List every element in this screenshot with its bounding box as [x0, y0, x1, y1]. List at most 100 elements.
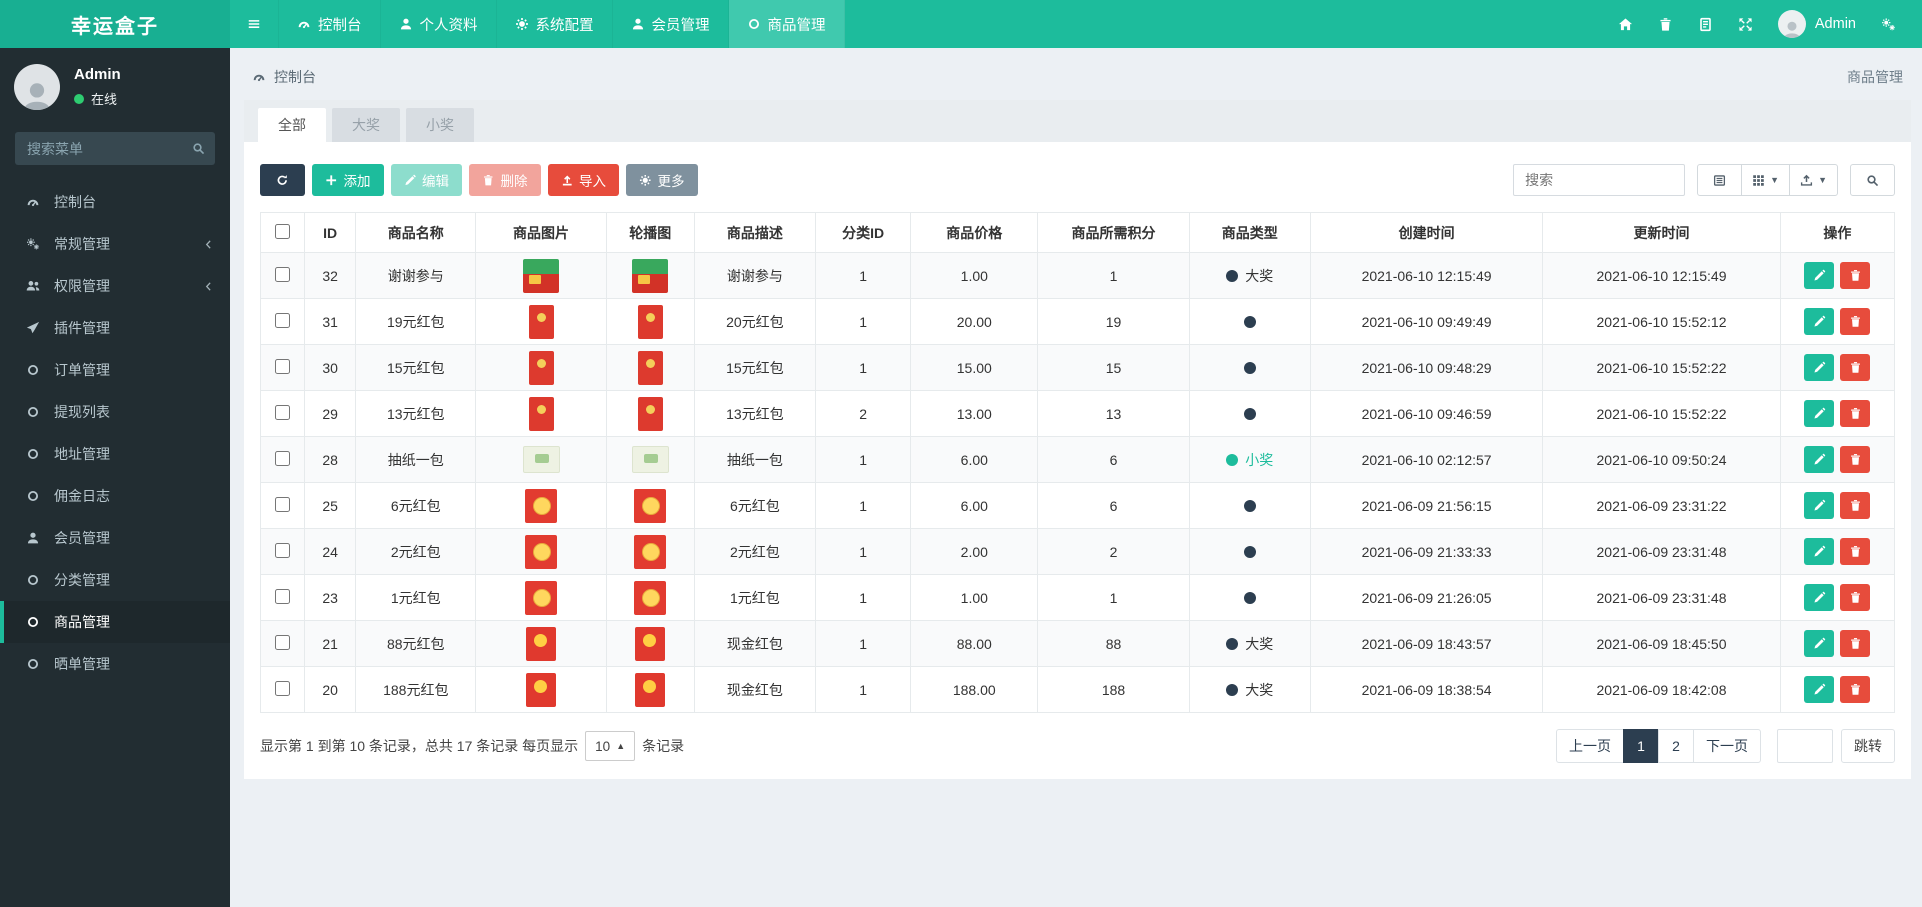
product-image[interactable] [526, 672, 556, 707]
import-button[interactable]: 导入 [547, 164, 619, 196]
page-button-1[interactable]: 1 [1623, 729, 1659, 763]
column-header[interactable]: 商品名称 [355, 212, 477, 253]
row-delete-button[interactable] [1840, 630, 1871, 657]
row-checkbox[interactable] [275, 634, 291, 650]
product-image[interactable] [523, 258, 559, 293]
sidebar-item-order[interactable]: 订单管理 [0, 349, 230, 391]
row-delete-button[interactable] [1840, 354, 1871, 381]
product-image[interactable] [637, 396, 663, 431]
row-checkbox[interactable] [275, 588, 291, 604]
row-checkbox[interactable] [275, 266, 291, 282]
advanced-search-button[interactable] [1850, 164, 1895, 196]
product-image[interactable] [632, 258, 669, 293]
sidebar-item-dashboard[interactable]: 控制台 [0, 181, 230, 223]
row-checkbox[interactable] [275, 680, 291, 696]
product-image[interactable] [635, 626, 666, 661]
product-image[interactable] [637, 350, 663, 385]
sidebar-item-general[interactable]: 常规管理 [0, 223, 230, 265]
navbar-item-config[interactable]: 系统配置 [497, 0, 613, 48]
sidebar-item-product[interactable]: 商品管理 [0, 601, 230, 643]
tab-all[interactable]: 全部 [258, 108, 326, 142]
navbar-item-profile[interactable]: 个人资料 [381, 0, 497, 48]
row-edit-button[interactable] [1804, 262, 1835, 289]
sidebar-item-address[interactable]: 地址管理 [0, 433, 230, 475]
row-edit-button[interactable] [1804, 584, 1835, 611]
sidebar-item-addon[interactable]: 插件管理 [0, 307, 230, 349]
column-header[interactable]: 创建时间 [1309, 212, 1544, 253]
sidebar-toggle-button[interactable] [230, 0, 279, 48]
row-delete-button[interactable] [1840, 584, 1871, 611]
product-image[interactable] [634, 534, 667, 569]
settings-button[interactable] [1868, 0, 1908, 48]
product-image[interactable] [631, 446, 669, 473]
product-image[interactable] [528, 350, 554, 385]
column-header[interactable]: ID [304, 212, 357, 253]
product-image[interactable] [635, 672, 666, 707]
sidebar-item-member[interactable]: 会员管理 [0, 517, 230, 559]
row-edit-button[interactable] [1804, 676, 1835, 703]
row-checkbox[interactable] [275, 404, 291, 420]
row-edit-button[interactable] [1804, 308, 1835, 335]
row-delete-button[interactable] [1840, 538, 1871, 565]
row-checkbox[interactable] [275, 312, 291, 328]
sidebar-search-input[interactable] [15, 132, 215, 165]
page-size-dropdown[interactable]: 10 ▲ [585, 731, 636, 761]
columns-button[interactable]: ▼ [1741, 164, 1791, 196]
navbar-user-menu[interactable]: Admin [1766, 0, 1868, 48]
add-button[interactable]: 添加 [312, 164, 384, 196]
product-image[interactable] [634, 488, 667, 523]
row-delete-button[interactable] [1840, 446, 1871, 473]
row-edit-button[interactable] [1804, 354, 1835, 381]
column-header[interactable]: 更新时间 [1542, 212, 1781, 253]
export-button[interactable]: ▼ [1789, 164, 1838, 196]
breadcrumb-left[interactable]: 控制台 [274, 67, 316, 87]
navbar-item-product[interactable]: 商品管理 [728, 0, 845, 48]
fullscreen-button[interactable] [1726, 0, 1766, 48]
row-checkbox[interactable] [275, 496, 291, 512]
navbar-item-dashboard[interactable]: 控制台 [279, 0, 381, 48]
column-header[interactable]: 商品图片 [475, 212, 607, 253]
product-image[interactable] [522, 446, 560, 473]
row-delete-button[interactable] [1840, 262, 1871, 289]
product-image[interactable] [525, 580, 557, 615]
product-image[interactable] [528, 304, 554, 339]
row-delete-button[interactable] [1840, 676, 1871, 703]
row-delete-button[interactable] [1840, 400, 1871, 427]
tab-small[interactable]: 小奖 [406, 108, 474, 142]
toggle-view-button[interactable] [1697, 164, 1743, 196]
more-button[interactable]: 更多 [626, 164, 698, 196]
product-image[interactable] [637, 304, 663, 339]
column-header[interactable]: 操作 [1779, 212, 1896, 253]
row-edit-button[interactable] [1804, 630, 1835, 657]
refresh-button[interactable] [260, 164, 305, 196]
product-image[interactable] [526, 626, 556, 661]
next-page-button[interactable]: 下一页 [1693, 729, 1761, 763]
tab-big[interactable]: 大奖 [332, 108, 400, 142]
sidebar-item-commission[interactable]: 佣金日志 [0, 475, 230, 517]
prev-page-button[interactable]: 上一页 [1556, 729, 1624, 763]
delete-button[interactable]: 删除 [469, 164, 541, 196]
column-header[interactable]: 商品类型 [1188, 212, 1311, 253]
brand-logo[interactable]: 幸运盒子 [0, 0, 230, 48]
column-header[interactable]: 商品价格 [910, 212, 1039, 253]
column-header[interactable]: 轮播图 [605, 212, 695, 253]
table-search-input[interactable] [1513, 164, 1686, 196]
trash-button[interactable] [1646, 0, 1686, 48]
column-header[interactable]: 商品描述 [693, 212, 817, 253]
jump-page-input[interactable] [1777, 729, 1833, 763]
navbar-item-member[interactable]: 会员管理 [613, 0, 729, 48]
select-all-checkbox[interactable] [275, 223, 291, 239]
row-edit-button[interactable] [1804, 400, 1835, 427]
product-image[interactable] [634, 580, 667, 615]
row-checkbox[interactable] [275, 358, 291, 374]
column-header[interactable]: 分类ID [814, 212, 912, 253]
home-button[interactable] [1606, 0, 1646, 48]
log-button[interactable] [1686, 0, 1726, 48]
row-edit-button[interactable] [1804, 446, 1835, 473]
row-checkbox[interactable] [275, 450, 291, 466]
row-edit-button[interactable] [1804, 492, 1835, 519]
product-image[interactable] [528, 396, 554, 431]
jump-button[interactable]: 跳转 [1841, 729, 1895, 763]
sidebar-item-share[interactable]: 晒单管理 [0, 643, 230, 685]
row-edit-button[interactable] [1804, 538, 1835, 565]
